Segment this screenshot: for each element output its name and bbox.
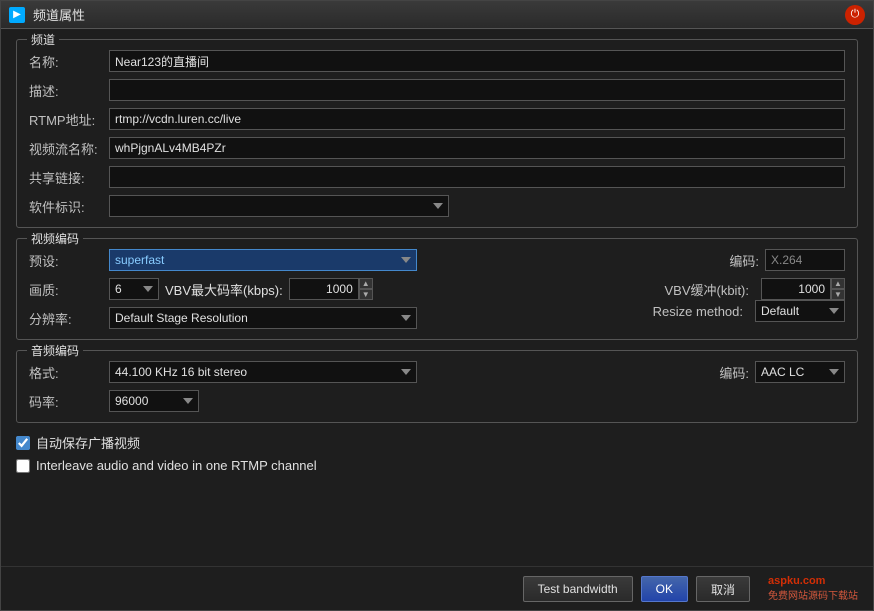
audio-codec-row: 编码: AAC LC MP3 AAC (457, 361, 845, 383)
auto-save-checkbox[interactable] (16, 436, 30, 450)
share-input[interactable] (109, 166, 845, 188)
stream-label: 视频流名称: (29, 139, 109, 158)
auto-save-label: 自动保存广播视频 (36, 433, 140, 452)
software-row: 软件标识: OBS xsplit (29, 195, 845, 217)
resize-row: Resize method: Default Bilinear Bicubic (457, 300, 845, 322)
bitrate-select[interactable]: 96000 64000 128000 192000 (109, 390, 199, 412)
vbv-buffer-down-button[interactable]: ▼ (831, 289, 845, 300)
vbv-buffer-row: VBV缓冲(kbit): ▲ ▼ (457, 278, 845, 300)
vbv-input-wrap: ▲ ▼ (289, 278, 373, 300)
video-encoding-title: 视频编码 (27, 230, 83, 247)
vbv-buffer-up-button[interactable]: ▲ (831, 278, 845, 289)
vbv-down-button[interactable]: ▼ (359, 289, 373, 300)
video-right: 编码: X.264 VBV缓冲(kbit): ▲ ▼ (437, 249, 845, 329)
auto-save-row: 自动保存广播视频 (16, 433, 858, 452)
software-label: 软件标识: (29, 197, 109, 216)
main-window: ▶ 频道属性 ⏻ 频道 名称: 描述: RTMP地址: 视频流名称: (0, 0, 874, 611)
channel-section: 频道 名称: 描述: RTMP地址: 视频流名称: 共享链接: (16, 39, 858, 228)
software-select[interactable]: OBS xsplit (109, 195, 449, 217)
channel-section-title: 频道 (27, 31, 59, 48)
rtmp-label: RTMP地址: (29, 110, 109, 129)
audio-codec-select[interactable]: AAC LC MP3 AAC (755, 361, 845, 383)
resolution-label: 分辨率: (29, 309, 109, 328)
quality-group: 6 1 2 3 4 5 7 VBV最大码率(kbps): (109, 278, 373, 300)
rtmp-input[interactable] (109, 108, 845, 130)
title-bar: ▶ 频道属性 ⏻ (1, 1, 873, 29)
audio-encoding-grid: 格式: 44.100 KHz 16 bit stereo 44.100 KHz … (29, 361, 845, 412)
bitrate-row: 码率: 96000 64000 128000 192000 (29, 390, 417, 412)
vbv-buffer-input[interactable] (761, 278, 831, 300)
codec-value: X.264 (765, 249, 845, 271)
window-icon: ▶ (9, 7, 25, 23)
content-area: 频道 名称: 描述: RTMP地址: 视频流名称: 共享链接: (1, 29, 873, 566)
resize-select[interactable]: Default Bilinear Bicubic (755, 300, 845, 322)
watermark-domain: aspku.com (768, 575, 825, 587)
audio-left: 格式: 44.100 KHz 16 bit stereo 44.100 KHz … (29, 361, 437, 412)
audio-codec-label: 编码: (719, 363, 749, 382)
vbv-buffer-label: VBV缓冲(kbit): (664, 280, 749, 299)
desc-input[interactable] (109, 79, 845, 101)
audio-encoding-title: 音频编码 (27, 342, 83, 359)
quality-select[interactable]: 6 1 2 3 4 5 7 (109, 278, 159, 300)
interleave-label: Interleave audio and video in one RTMP c… (36, 458, 317, 473)
window-title: 频道属性 (33, 5, 845, 24)
share-label: 共享链接: (29, 168, 109, 187)
preset-row: 预设: superfast ultrafast veryfast faster … (29, 249, 417, 271)
cancel-button[interactable]: 取消 (696, 576, 750, 602)
close-button[interactable]: ⏻ (845, 5, 865, 25)
format-row: 格式: 44.100 KHz 16 bit stereo 44.100 KHz … (29, 361, 417, 383)
desc-row: 描述: (29, 79, 845, 101)
vbv-up-button[interactable]: ▲ (359, 278, 373, 289)
watermark-subtext: 免费网站源码下载站 (768, 591, 858, 602)
desc-label: 描述: (29, 81, 109, 100)
preset-select[interactable]: superfast ultrafast veryfast faster fast… (109, 249, 417, 271)
bitrate-label: 码率: (29, 392, 109, 411)
resolution-select[interactable]: Default Stage Resolution 1920x1080 1280x… (109, 307, 417, 329)
codec-label: 编码: (729, 251, 759, 270)
interleave-row: Interleave audio and video in one RTMP c… (16, 458, 858, 473)
stream-input[interactable] (109, 137, 845, 159)
format-select[interactable]: 44.100 KHz 16 bit stereo 44.100 KHz 16 b… (109, 361, 417, 383)
resize-label: Resize method: (653, 304, 743, 319)
resolution-row: 分辨率: Default Stage Resolution 1920x1080 … (29, 307, 417, 329)
format-label: 格式: (29, 363, 109, 382)
video-encoding-section: 视频编码 预设: superfast ultrafast veryfast fa… (16, 238, 858, 340)
stream-row: 视频流名称: (29, 137, 845, 159)
vbv-input[interactable] (289, 278, 359, 300)
vbv-buffer-wrap: ▲ ▼ (761, 278, 845, 300)
watermark: aspku.com 免费网站源码下载站 (768, 575, 858, 602)
interleave-checkbox[interactable] (16, 459, 30, 473)
video-left: 预设: superfast ultrafast veryfast faster … (29, 249, 437, 329)
quality-row: 画质: 6 1 2 3 4 5 7 VBV最大码率(kbps) (29, 278, 417, 300)
video-encoding-grid: 预设: superfast ultrafast veryfast faster … (29, 249, 845, 329)
footer: Test bandwidth OK 取消 aspku.com 免费网站源码下载站 (1, 566, 873, 610)
vbv-buffer-spinners: ▲ ▼ (831, 278, 845, 300)
share-row: 共享链接: (29, 166, 845, 188)
test-bandwidth-button[interactable]: Test bandwidth (523, 576, 633, 602)
name-label: 名称: (29, 52, 109, 71)
name-input[interactable] (109, 50, 845, 72)
codec-row: 编码: X.264 (457, 249, 845, 271)
preset-label: 预设: (29, 251, 109, 270)
name-row: 名称: (29, 50, 845, 72)
vbv-max-label: VBV最大码率(kbps): (165, 280, 283, 299)
vbv-spinners: ▲ ▼ (359, 278, 373, 300)
ok-button[interactable]: OK (641, 576, 688, 602)
rtmp-row: RTMP地址: (29, 108, 845, 130)
audio-right: 编码: AAC LC MP3 AAC (437, 361, 845, 412)
quality-label: 画质: (29, 280, 109, 299)
audio-encoding-section: 音频编码 格式: 44.100 KHz 16 bit stereo 44.100… (16, 350, 858, 423)
